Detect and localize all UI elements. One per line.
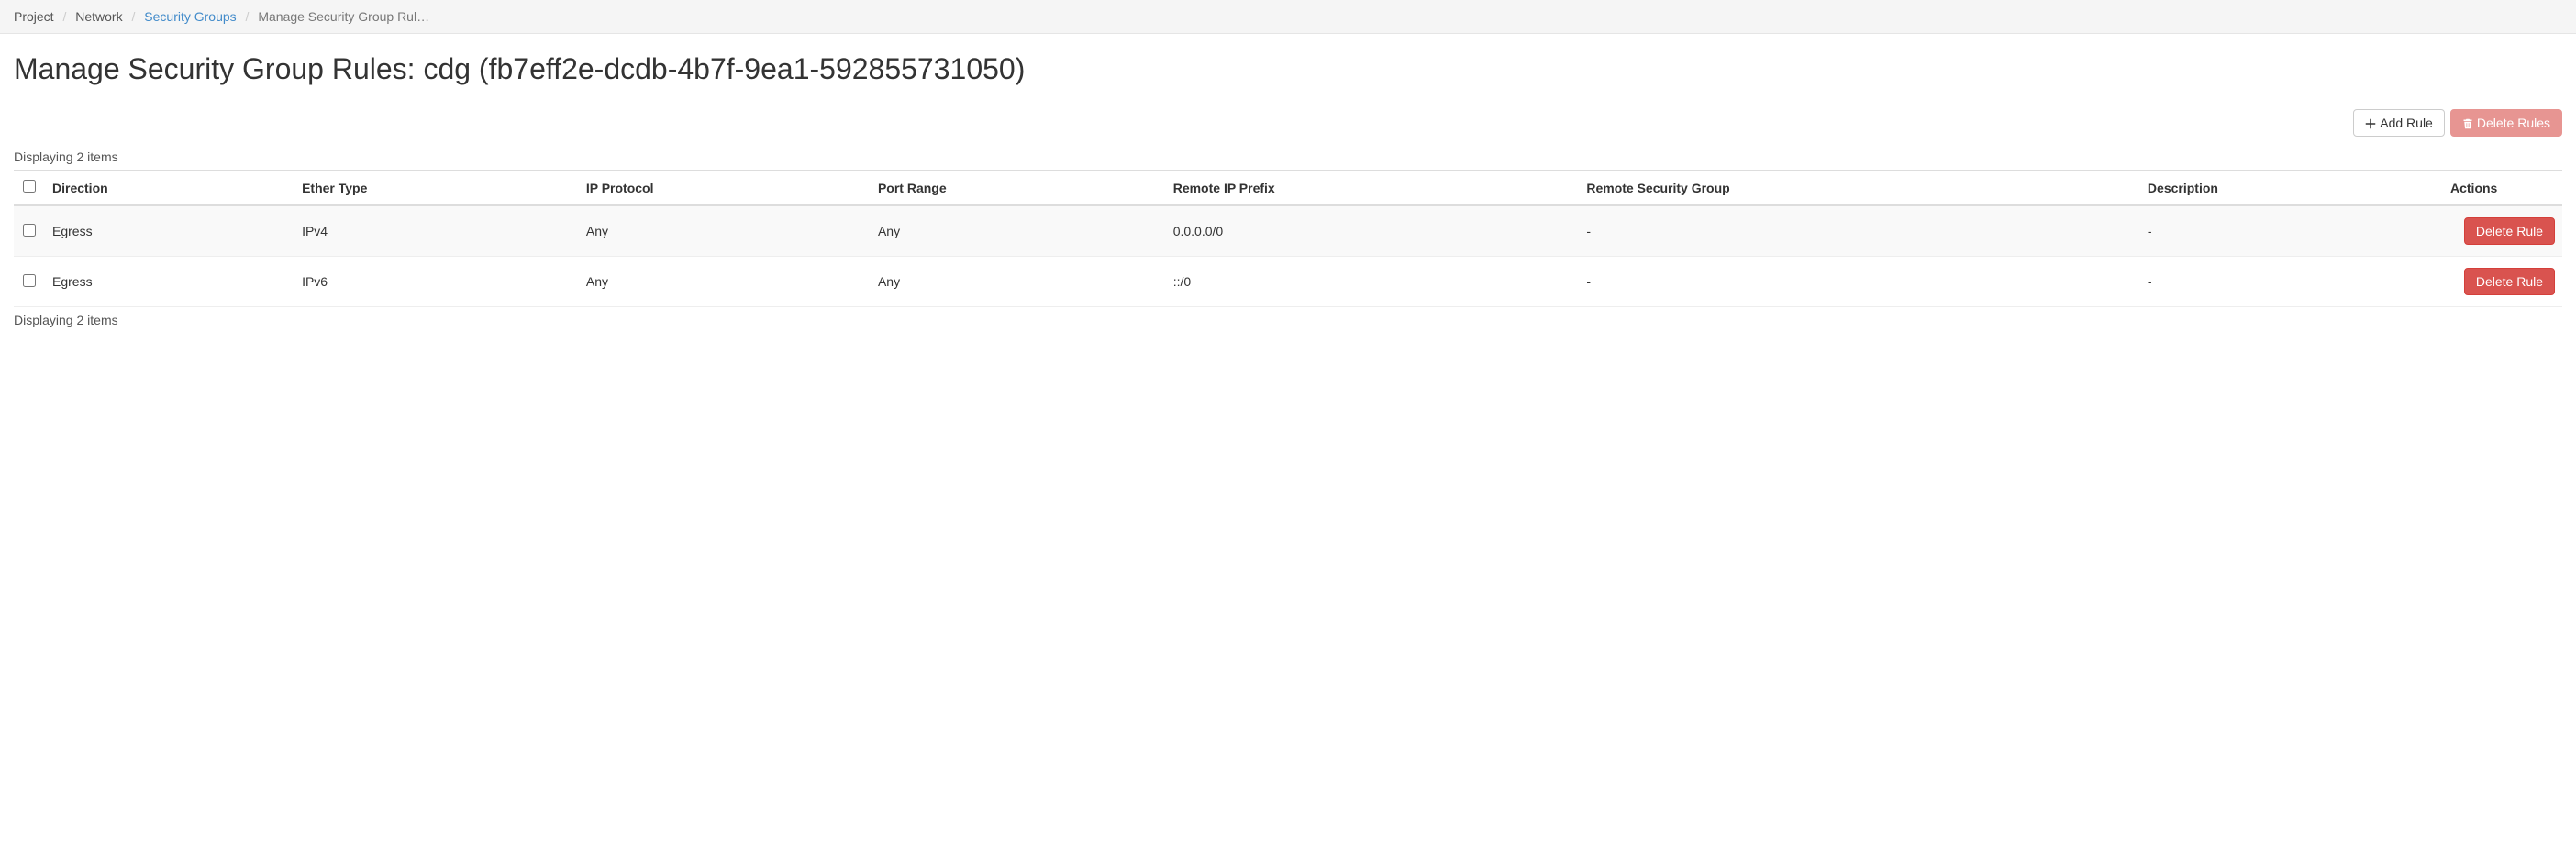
item-count-bottom: Displaying 2 items [14, 307, 2562, 333]
breadcrumb-separator: / [127, 9, 141, 24]
cell-port-range: Any [871, 205, 1166, 257]
add-rule-button[interactable]: Add Rule [2353, 109, 2445, 137]
delete-rules-label: Delete Rules [2477, 116, 2550, 130]
col-header-remote-ip-prefix[interactable]: Remote IP Prefix [1166, 171, 1580, 206]
breadcrumb-item-project[interactable]: Project [14, 9, 54, 24]
table-row: EgressIPv6AnyAny::/0--Delete Rule [14, 257, 2562, 307]
breadcrumb: Project / Network / Security Groups / Ma… [0, 0, 2576, 34]
cell-direction: Egress [45, 257, 294, 307]
cell-remote-ip-prefix: ::/0 [1166, 257, 1580, 307]
breadcrumb-item-current: Manage Security Group Rul… [258, 9, 429, 24]
breadcrumb-separator: / [57, 9, 72, 24]
cell-remote-sg: - [1579, 205, 2140, 257]
cell-checkbox [14, 205, 45, 257]
delete-rule-button[interactable]: Delete Rule [2464, 268, 2555, 295]
col-header-checkbox [14, 171, 45, 206]
select-all-checkbox[interactable] [23, 180, 36, 193]
cell-actions: Delete Rule [2443, 257, 2562, 307]
cell-ip-protocol: Any [579, 205, 871, 257]
rules-table: Direction Ether Type IP Protocol Port Ra… [14, 170, 2562, 307]
toolbar: Add Rule Delete Rules [14, 109, 2562, 137]
cell-remote-sg: - [1579, 257, 2140, 307]
table-row: EgressIPv4AnyAny0.0.0.0/0--Delete Rule [14, 205, 2562, 257]
cell-checkbox [14, 257, 45, 307]
breadcrumb-separator: / [240, 9, 255, 24]
page-title: Manage Security Group Rules: cdg (fb7eff… [0, 34, 2576, 95]
col-header-ether-type[interactable]: Ether Type [294, 171, 579, 206]
plus-icon [2365, 116, 2376, 130]
trash-icon [2462, 116, 2473, 130]
cell-ether-type: IPv4 [294, 205, 579, 257]
cell-description: - [2140, 205, 2443, 257]
cell-actions: Delete Rule [2443, 205, 2562, 257]
item-count-top: Displaying 2 items [14, 144, 2562, 170]
col-header-remote-sg[interactable]: Remote Security Group [1579, 171, 2140, 206]
col-header-direction[interactable]: Direction [45, 171, 294, 206]
breadcrumb-item-security-groups[interactable]: Security Groups [144, 9, 236, 24]
cell-description: - [2140, 257, 2443, 307]
table-header-row: Direction Ether Type IP Protocol Port Ra… [14, 171, 2562, 206]
cell-remote-ip-prefix: 0.0.0.0/0 [1166, 205, 1580, 257]
add-rule-label: Add Rule [2380, 116, 2433, 130]
row-checkbox[interactable] [23, 274, 36, 287]
col-header-port-range[interactable]: Port Range [871, 171, 1166, 206]
cell-port-range: Any [871, 257, 1166, 307]
col-header-actions: Actions [2443, 171, 2562, 206]
cell-direction: Egress [45, 205, 294, 257]
col-header-ip-protocol[interactable]: IP Protocol [579, 171, 871, 206]
row-checkbox[interactable] [23, 224, 36, 237]
delete-rules-button[interactable]: Delete Rules [2450, 109, 2562, 137]
cell-ip-protocol: Any [579, 257, 871, 307]
col-header-description[interactable]: Description [2140, 171, 2443, 206]
cell-ether-type: IPv6 [294, 257, 579, 307]
delete-rule-button[interactable]: Delete Rule [2464, 217, 2555, 245]
breadcrumb-item-network[interactable]: Network [75, 9, 122, 24]
